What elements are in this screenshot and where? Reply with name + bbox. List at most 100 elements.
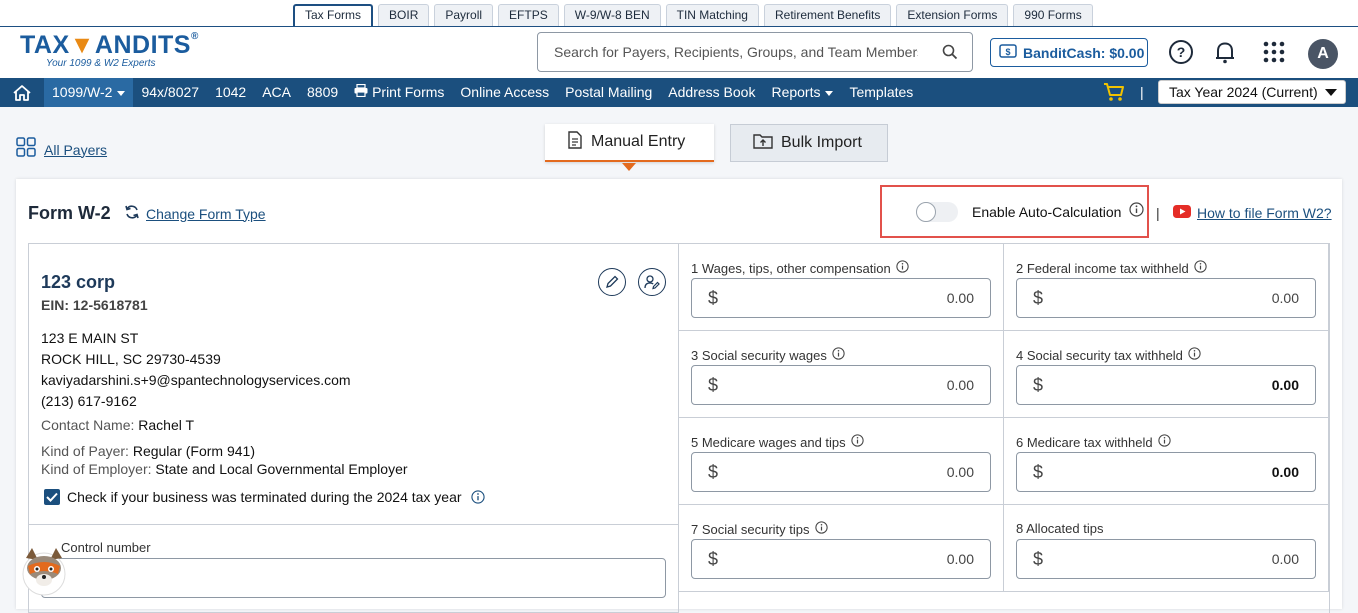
terminated-checkbox[interactable] [44, 489, 60, 505]
info-icon[interactable] [471, 490, 486, 507]
nav-aca[interactable]: ACA [254, 78, 299, 107]
terminated-label: Check if your business was terminated du… [67, 489, 462, 505]
info-icon[interactable] [1129, 201, 1145, 222]
change-form-type-link[interactable]: Change Form Type [124, 204, 266, 223]
chevron-down-icon [825, 90, 834, 96]
nav-online-access[interactable]: Online Access [452, 78, 557, 107]
tab-payroll[interactable]: Payroll [434, 4, 494, 26]
box-3-ss-wages: 3 Social security wages $0.00 [679, 331, 1004, 418]
info-icon[interactable] [1157, 434, 1171, 450]
box-value: 0.00 [946, 377, 974, 393]
control-number-input[interactable] [41, 558, 666, 598]
dollar-sign: $ [708, 288, 719, 308]
info-icon[interactable] [832, 347, 845, 363]
box-label: 7 Social security tips [691, 521, 810, 537]
folder-upload-icon [753, 132, 773, 154]
tab-tin-matching[interactable]: TIN Matching [665, 4, 759, 26]
bulk-import-tab[interactable]: Bulk Import [730, 124, 888, 162]
box-4-input[interactable]: $0.00 [1016, 365, 1316, 405]
nav-1042[interactable]: 1042 [207, 78, 254, 107]
nav-1099-w2[interactable]: 1099/W-2 [44, 78, 134, 107]
bandit-cash-button[interactable]: $ BanditCash: $0.00 [990, 38, 1148, 67]
box-label: 2 Federal income tax withheld [1016, 260, 1189, 276]
change-form-type-label: Change Form Type [146, 205, 266, 222]
dollar-sign: $ [1033, 549, 1044, 569]
document-icon [567, 130, 583, 154]
all-payers-link[interactable]: All Payers [16, 137, 107, 162]
raccoon-mascot-icon[interactable] [18, 544, 70, 601]
info-icon[interactable] [1188, 347, 1201, 363]
grid-view-icon [16, 137, 36, 162]
search-input[interactable] [538, 33, 918, 71]
user-avatar[interactable]: A [1308, 39, 1338, 69]
search-icon[interactable] [942, 44, 958, 65]
nav-templates[interactable]: Templates [841, 78, 921, 107]
box-label: 8 Allocated tips [1016, 521, 1104, 536]
info-icon[interactable] [896, 260, 909, 276]
box-6-medicare-tax: 6 Medicare tax withheld $0.00 [1004, 418, 1329, 505]
logo-text-right: ANDITS [94, 31, 191, 59]
header: TAX▼ANDITS® Your 1099 & W2 Experts $ Ban… [0, 26, 1358, 78]
tab-boir[interactable]: BOIR [378, 4, 430, 26]
tax-year-select[interactable]: Tax Year 2024 (Current) [1158, 80, 1346, 104]
bulk-import-label: Bulk Import [781, 134, 862, 151]
dollar-sign: $ [1033, 375, 1044, 395]
tab-w9-w8ben[interactable]: W-9/W-8 BEN [563, 4, 661, 26]
payer-contact: Contact Name: Rachel T [41, 417, 194, 433]
box-2-input[interactable]: $0.00 [1016, 278, 1316, 318]
youtube-icon [1173, 205, 1191, 221]
tax-year-value: Tax Year 2024 (Current) [1169, 84, 1318, 100]
nav-print-forms[interactable]: Print Forms [346, 78, 452, 107]
payer-phone: (213) 617-9162 [41, 393, 137, 409]
nav-postal-mailing[interactable]: Postal Mailing [557, 78, 660, 107]
tab-retirement-benefits[interactable]: Retirement Benefits [763, 4, 892, 26]
bandit-cash-label: BanditCash: $0.00 [1023, 44, 1145, 61]
tab-eftps[interactable]: EFTPS [498, 4, 559, 26]
box-7-input[interactable]: $0.00 [691, 539, 991, 579]
taxbandits-logo[interactable]: TAX▼ANDITS® Your 1099 & W2 Experts [20, 31, 199, 69]
notification-bell-icon[interactable] [1212, 39, 1238, 70]
cart-icon[interactable] [1103, 82, 1125, 107]
app-grid-icon[interactable] [1263, 41, 1285, 68]
info-icon[interactable] [814, 521, 828, 537]
control-number-label: Control number [61, 540, 151, 555]
payer-kind: Kind of Payer: Regular (Form 941) [41, 443, 255, 459]
info-icon[interactable] [1194, 260, 1207, 276]
svg-text:?: ? [1177, 44, 1186, 60]
divider [29, 524, 678, 525]
dollar-sign: $ [1033, 288, 1044, 308]
chevron-down-icon [117, 90, 126, 96]
product-tab-strip: Tax Forms BOIR Payroll EFTPS W-9/W-8 BEN… [0, 0, 1358, 26]
nav-reports[interactable]: Reports [763, 78, 841, 107]
w2-boxes-grid: 1 Wages, tips, other compensation $0.00 … [679, 243, 1330, 613]
nav-8809[interactable]: 8809 [299, 78, 346, 107]
tab-tax-forms[interactable]: Tax Forms [293, 4, 374, 26]
tab-extension-forms[interactable]: Extension Forms [896, 4, 1009, 26]
header-separator: | [1156, 205, 1160, 221]
box-label: 4 Social security tax withheld [1016, 347, 1183, 363]
home-icon[interactable] [0, 78, 44, 107]
box-8-input[interactable]: $0.00 [1016, 539, 1316, 579]
edit-contact-button[interactable] [638, 268, 666, 296]
box-value: 0.00 [1271, 551, 1299, 567]
bandit-mask-icon: ▼ [69, 31, 95, 59]
how-to-file-link[interactable]: How to file Form W2? [1173, 205, 1332, 221]
box-label: 3 Social security wages [691, 347, 827, 363]
box-label: 6 Medicare tax withheld [1016, 434, 1153, 450]
box-value: 0.00 [946, 290, 974, 306]
auto-calculation-toggle[interactable] [916, 201, 958, 222]
box-5-input[interactable]: $0.00 [691, 452, 991, 492]
info-icon[interactable] [851, 434, 864, 450]
tab-990-forms[interactable]: 990 Forms [1013, 4, 1093, 26]
help-icon[interactable]: ? [1168, 39, 1194, 70]
box-1-input[interactable]: $0.00 [691, 278, 991, 318]
nav-address-book[interactable]: Address Book [660, 78, 763, 107]
box-6-input[interactable]: $0.00 [1016, 452, 1316, 492]
nav-94x-8027[interactable]: 94x/8027 [133, 78, 207, 107]
active-tab-pointer [622, 163, 636, 171]
manual-entry-tab[interactable]: Manual Entry [545, 124, 714, 162]
box-3-input[interactable]: $0.00 [691, 365, 991, 405]
edit-payer-button[interactable] [598, 268, 626, 296]
box-8-allocated-tips: 8 Allocated tips $0.00 [1004, 505, 1329, 592]
all-payers-label[interactable]: All Payers [44, 142, 107, 158]
